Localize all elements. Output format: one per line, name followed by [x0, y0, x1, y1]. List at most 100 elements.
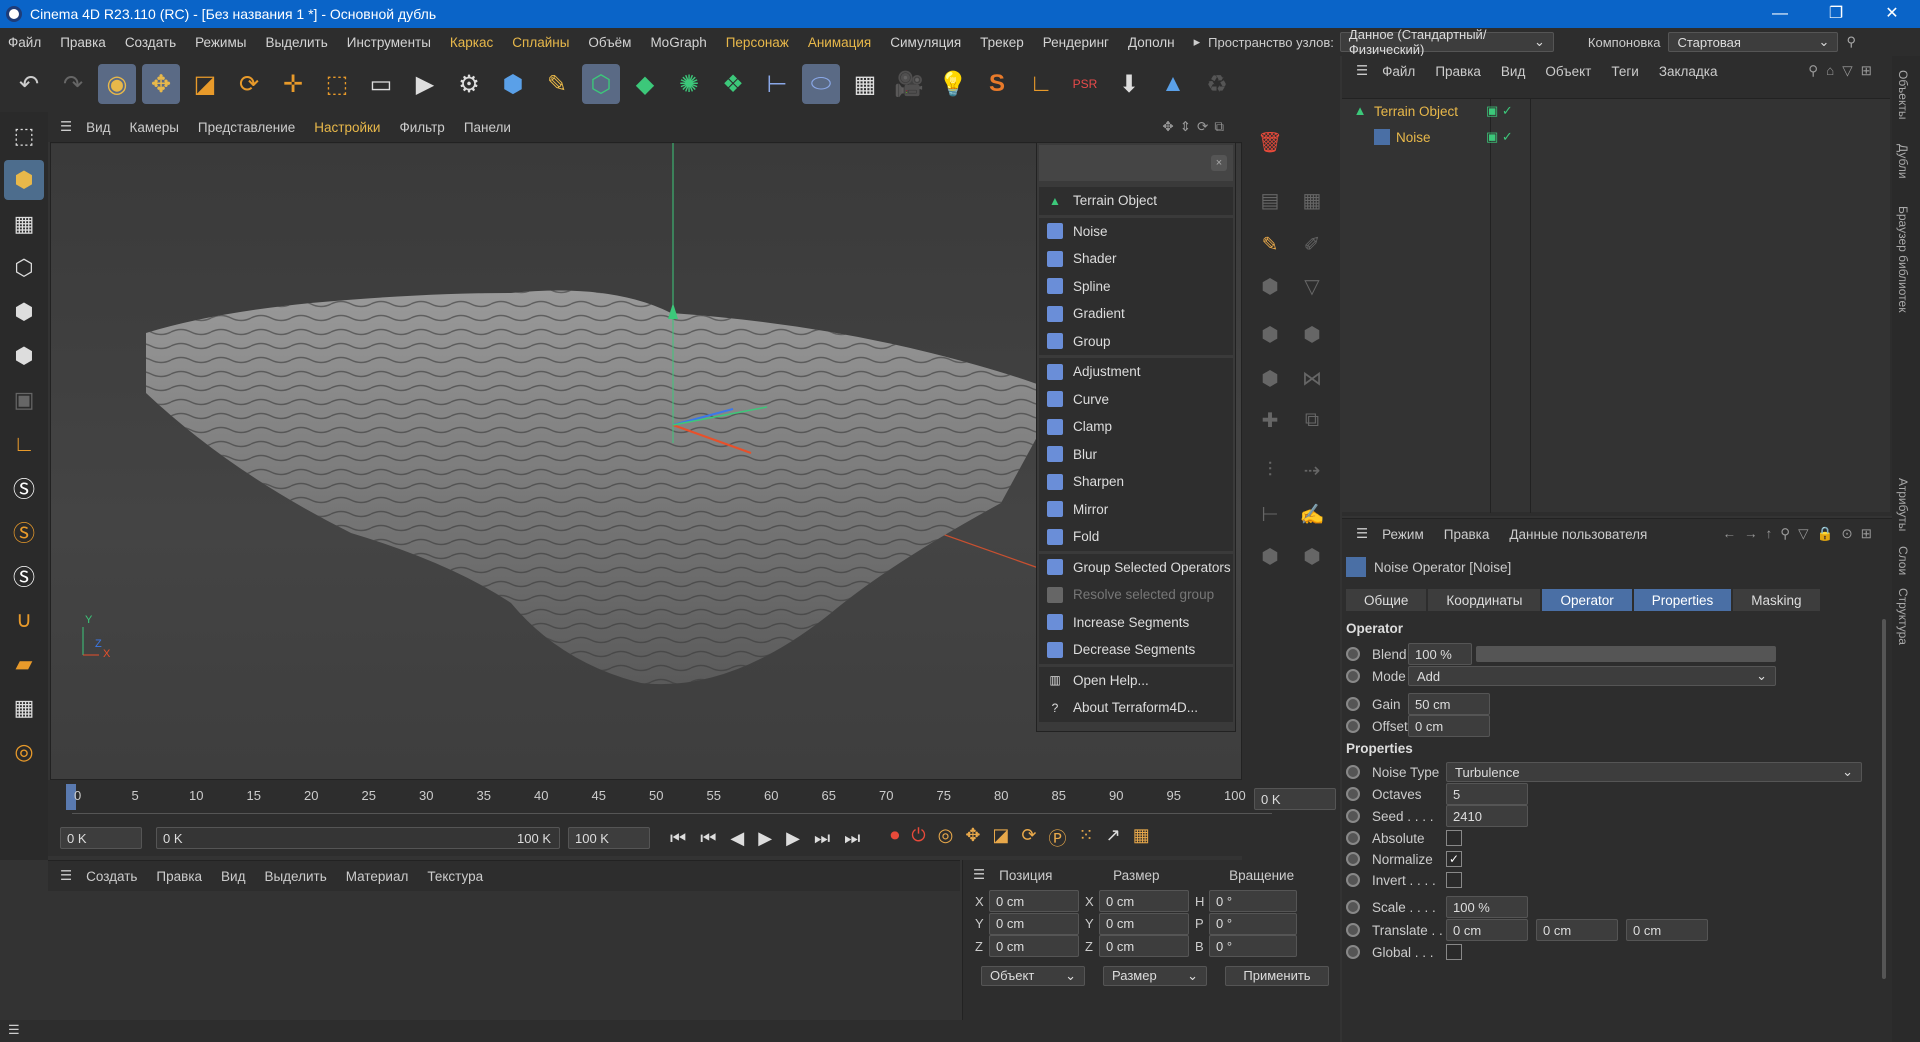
keyframe-selection-icon[interactable]: ◎ [938, 825, 954, 851]
add-tool-icon[interactable]: ✚ [1252, 402, 1288, 438]
popup-item-open-help[interactable]: ▥ Open Help... [1039, 666, 1233, 694]
coord-field[interactable]: 0 ° [1209, 935, 1297, 958]
viewport-menu-item-2[interactable]: Представление [198, 120, 295, 135]
grid-lock-icon[interactable]: ▦ [4, 688, 44, 728]
search-icon[interactable]: ⚲ [1846, 34, 1856, 50]
edges-mode-icon[interactable]: ⬢ [4, 292, 44, 332]
popup-item-fold[interactable]: Fold [1039, 523, 1233, 551]
brush-tool-icon[interactable]: ✍ [1294, 496, 1330, 532]
side-tab-2[interactable]: Браузер библиотек [1896, 206, 1910, 312]
brush-smooth-icon[interactable]: ✐ [1294, 226, 1330, 262]
popup-close-button[interactable]: × [1211, 155, 1227, 171]
blend-field[interactable]: 100 % [1408, 643, 1472, 665]
play-icon[interactable]: ▶ [758, 828, 772, 849]
translate-x-field[interactable]: 0 cm [1446, 919, 1528, 941]
prev-frame-icon[interactable]: ◀ [730, 828, 744, 849]
blend-slider[interactable] [1476, 646, 1776, 662]
current-frame-field[interactable]: 0 K [1254, 788, 1336, 810]
popup-item-adjustment[interactable]: Adjustment [1039, 358, 1233, 386]
noise-type-dropdown[interactable]: Turbulence ⌄ [1446, 762, 1862, 782]
side-tab-0[interactable]: Объекты [1896, 70, 1910, 120]
menu-item-13[interactable]: Трекер [980, 35, 1024, 50]
popup-item-terrain-object[interactable]: ▲ Terrain Object [1039, 187, 1233, 215]
hamburger-icon[interactable]: ☰ [60, 868, 72, 884]
menu-item-8[interactable]: Объём [588, 35, 631, 50]
popup-item-about-terraform4d[interactable]: ? About Terraform4D... [1039, 694, 1233, 722]
om-toolbar-icons[interactable]: ⚲⌂▽⊞ [1808, 63, 1880, 79]
next-frame-icon[interactable]: ▶ [786, 828, 800, 849]
viewport-menu-item-4[interactable]: Фильтр [399, 120, 444, 135]
viewport-menu-item-5[interactable]: Панели [464, 120, 511, 135]
octaves-field[interactable]: 5 [1446, 783, 1528, 805]
coord-field[interactable]: 0 ° [1209, 912, 1297, 935]
side-tab-5[interactable]: Структура [1896, 588, 1910, 645]
axis-mode-icon[interactable]: ∟ [4, 424, 44, 464]
popup-item-blur[interactable]: Blur [1039, 440, 1233, 468]
seed-anim-dot[interactable] [1346, 809, 1360, 823]
scale-field[interactable]: 100 % [1446, 896, 1528, 918]
menu-item-14[interactable]: Рендеринг [1043, 35, 1109, 50]
render-view-icon[interactable]: ▶ [406, 64, 444, 104]
attr-scrollbar[interactable] [1882, 619, 1886, 979]
make-editable-icon[interactable]: ⬚ [4, 116, 44, 156]
popup-item-mirror[interactable]: Mirror [1039, 495, 1233, 523]
material-menu-item-1[interactable]: Правка [156, 869, 202, 884]
object-row-noise[interactable]: Noise [1374, 129, 1431, 145]
light-icon[interactable]: 💡 [934, 64, 972, 104]
rotate-tool-icon[interactable]: ⟳ [230, 64, 268, 104]
material-menu-item-0[interactable]: Создать [86, 869, 137, 884]
coord-field[interactable]: 0 cm [989, 890, 1079, 913]
attr-tab-координаты[interactable]: Координаты [1428, 589, 1541, 611]
gain-field[interactable]: 50 cm [1408, 693, 1490, 715]
viewport-nav-icons[interactable]: ✥⇕⟳⧉ [1162, 119, 1230, 135]
global-checkbox[interactable] [1446, 944, 1462, 960]
attr-tab-общие[interactable]: Общие [1346, 589, 1427, 611]
cube-tool-4-icon[interactable]: ⬢ [1252, 538, 1288, 574]
symmetry-icon[interactable]: ⋈ [1294, 360, 1330, 396]
menu-item-11[interactable]: Анимация [808, 35, 871, 50]
gain-anim-dot[interactable] [1346, 697, 1360, 711]
solo-icon[interactable]: ◎ [4, 732, 44, 772]
snap-icon[interactable]: Ⓢ [4, 468, 44, 508]
render-settings-icon[interactable]: ⚙ [450, 64, 488, 104]
cube-tool-3-icon[interactable]: ⬢ [1252, 360, 1288, 396]
om-menu-item-4[interactable]: Теги [1611, 64, 1638, 79]
popup-item-spline[interactable]: Spline [1039, 272, 1233, 300]
deformer-icon[interactable]: ⊢ [758, 64, 796, 104]
key-param-icon[interactable]: Ⓟ [1049, 825, 1067, 851]
prev-key-icon[interactable]: ⏮ [700, 828, 716, 849]
menu-item-1[interactable]: Правка [60, 35, 106, 50]
key-rotation-icon[interactable]: ⟳ [1021, 825, 1036, 851]
node-space-dropdown[interactable]: Данное (Стандартный/Физический) ⌄ [1339, 27, 1554, 57]
invert-anim-dot[interactable] [1346, 873, 1360, 887]
pen-spline-icon[interactable]: ✎ [538, 64, 576, 104]
material-menu-item-4[interactable]: Материал [346, 869, 409, 884]
brush-box-icon[interactable]: ⬢ [1252, 268, 1288, 304]
mode-dropdown[interactable]: Add ⌄ [1408, 666, 1776, 686]
range-slider[interactable]: 0 K 100 K [156, 827, 560, 849]
menu-item-2[interactable]: Создать [125, 35, 176, 50]
hamburger-icon[interactable]: ☰ [60, 119, 72, 135]
maximize-button[interactable]: ❐ [1808, 0, 1864, 28]
popup-item-group[interactable]: Group [1039, 327, 1233, 355]
menu-item-3[interactable]: Режимы [195, 35, 246, 50]
arrow-tool-icon[interactable]: ⇢ [1294, 452, 1330, 488]
octaves-anim-dot[interactable] [1346, 787, 1360, 801]
snap-settings-icon[interactable]: Ⓢ [4, 512, 44, 552]
popup-item-group-selected-operators[interactable]: Group Selected Operators [1039, 553, 1233, 581]
move-tool-icon[interactable]: ✥ [142, 64, 180, 104]
workplane-icon[interactable]: ▰ [4, 644, 44, 684]
popup-item-noise[interactable]: Noise [1039, 217, 1233, 245]
attr-menu-item-0[interactable]: Режим [1382, 527, 1424, 542]
polygons-mode-icon[interactable]: ⬢ [4, 336, 44, 376]
side-tab-1[interactable]: Дубли [1896, 144, 1910, 179]
popup-item-clamp[interactable]: Clamp [1039, 413, 1233, 441]
layout-dropdown[interactable]: Стартовая ⌄ [1668, 32, 1839, 52]
popup-item-increase-segments[interactable]: Increase Segments [1039, 608, 1233, 636]
align-icon[interactable]: ⫶ [1252, 452, 1288, 488]
blend-anim-dot[interactable] [1346, 647, 1360, 661]
menu-item-9[interactable]: MoGraph [650, 35, 706, 50]
menu-item-4[interactable]: Выделить [265, 35, 327, 50]
frame-tool-icon[interactable]: ⊢ [1252, 496, 1288, 532]
cube-tool-5-icon[interactable]: ⬢ [1294, 538, 1330, 574]
